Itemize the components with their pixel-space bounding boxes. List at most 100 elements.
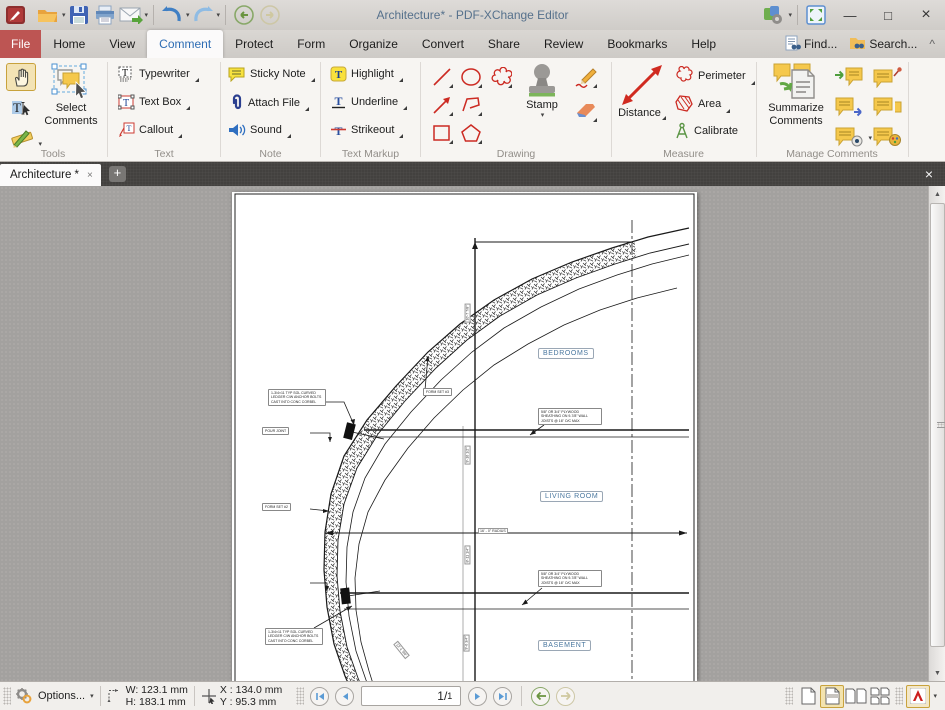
- grip-handle: [3, 687, 11, 705]
- next-page-button[interactable]: [468, 687, 487, 706]
- architecture-drawing: [232, 192, 697, 681]
- tab-close-icon[interactable]: ×: [87, 170, 93, 181]
- tab-comment[interactable]: Comment: [147, 30, 223, 58]
- strikeout-button[interactable]: T Strikeout: [330, 122, 403, 138]
- underline-button[interactable]: T Underline: [330, 94, 407, 110]
- tab-file[interactable]: File: [0, 30, 41, 58]
- previous-page-button[interactable]: [335, 687, 354, 706]
- tab-help[interactable]: Help: [679, 30, 728, 58]
- callout-button[interactable]: T Callout: [118, 122, 182, 138]
- cloud-tool[interactable]: [487, 64, 514, 90]
- tab-form[interactable]: Form: [285, 30, 337, 58]
- history-back-button[interactable]: [531, 687, 550, 706]
- svg-text:T: T: [127, 124, 132, 133]
- svg-text:T: T: [122, 68, 128, 79]
- calibrate-button[interactable]: Calibrate: [674, 122, 738, 140]
- import-comments-button[interactable]: [834, 66, 864, 90]
- circle-tool[interactable]: [457, 64, 484, 90]
- back-button[interactable]: [231, 3, 257, 27]
- redo-dropdown[interactable]: ▾: [217, 11, 221, 19]
- email-button[interactable]: [118, 3, 144, 27]
- open-in-adobe-button[interactable]: [906, 685, 930, 708]
- perimeter-button[interactable]: Perimeter: [674, 66, 755, 85]
- print-button[interactable]: [92, 3, 118, 27]
- adobe-dropdown[interactable]: ▾: [933, 692, 937, 700]
- area-button[interactable]: Area: [674, 94, 730, 113]
- tab-organize[interactable]: Organize: [337, 30, 410, 58]
- document-tab-bar: Architecture * × + ×: [0, 162, 945, 186]
- find-button[interactable]: Find...: [781, 33, 841, 56]
- scroll-down-icon[interactable]: ▼: [930, 665, 945, 681]
- attach-file-button[interactable]: Attach File: [230, 94, 309, 111]
- scrollbar-thumb[interactable]: [930, 203, 945, 647]
- email-dropdown[interactable]: ▾: [145, 11, 149, 19]
- typewriter-button[interactable]: T Typewriter: [118, 66, 199, 82]
- tab-home[interactable]: Home: [41, 30, 97, 58]
- export-comments-button[interactable]: [834, 96, 864, 120]
- pdf-page[interactable]: BEDROOMS LIVING ROOM BASEMENT 1-3/4×11 T…: [232, 192, 697, 681]
- svg-text:T: T: [123, 98, 129, 109]
- close-document-icon[interactable]: ×: [913, 166, 945, 182]
- maximize-button[interactable]: □: [873, 3, 903, 27]
- new-tab-button[interactable]: +: [109, 166, 126, 182]
- tab-convert[interactable]: Convert: [410, 30, 476, 58]
- summarize-comments-button[interactable]: Summarize Comments: [762, 62, 830, 127]
- group-label-drawing: Drawing: [421, 148, 611, 160]
- customize-dropdown[interactable]: ▾: [788, 11, 792, 19]
- redo-button[interactable]: [190, 3, 216, 27]
- two-page-view-button[interactable]: [844, 685, 868, 708]
- history-forward-button[interactable]: [556, 687, 575, 706]
- scroll-up-icon[interactable]: ▲: [930, 186, 945, 202]
- document-canvas[interactable]: BEDROOMS LIVING ROOM BASEMENT 1-3/4×11 T…: [0, 186, 945, 681]
- single-page-view-button[interactable]: [796, 685, 820, 708]
- close-button[interactable]: ×: [911, 3, 941, 27]
- undo-button[interactable]: [159, 3, 185, 27]
- group-label-text: Text: [108, 148, 220, 160]
- fullscreen-button[interactable]: [803, 3, 829, 27]
- pencil-tool[interactable]: [572, 64, 599, 90]
- hand-tool-button[interactable]: [6, 63, 36, 91]
- page-number-input[interactable]: 1/1: [361, 686, 461, 706]
- rectangle-tool[interactable]: [428, 120, 455, 146]
- open-button[interactable]: [35, 3, 61, 27]
- minimize-button[interactable]: —: [835, 3, 865, 27]
- distance-button[interactable]: Distance: [616, 63, 668, 120]
- polygon-tool[interactable]: [457, 120, 484, 146]
- select-comments-button[interactable]: Select Comments: [40, 62, 102, 127]
- eraser-tool[interactable]: [572, 98, 599, 124]
- search-button[interactable]: Search...: [845, 33, 921, 55]
- pin-comment-button[interactable]: [872, 66, 902, 90]
- text-box-button[interactable]: T Text Box: [118, 94, 190, 110]
- room-label-basement: BASEMENT: [538, 640, 591, 651]
- document-tab-architecture[interactable]: Architecture * ×: [0, 164, 101, 186]
- tab-review[interactable]: Review: [532, 30, 595, 58]
- save-button[interactable]: [66, 3, 92, 27]
- multi-page-view-button[interactable]: [868, 685, 892, 708]
- continuous-view-button[interactable]: [820, 685, 844, 708]
- annotation-ledger-note: 1-3/4×11 TYP SGL CURVED LEDGER C/W ANCHO…: [268, 389, 326, 406]
- tab-view[interactable]: View: [97, 30, 147, 58]
- line-tool[interactable]: [428, 64, 455, 90]
- sticky-note-button[interactable]: Sticky Note: [228, 66, 315, 82]
- select-text-tool-button[interactable]: T: [6, 94, 36, 122]
- options-button[interactable]: Options... ▾: [14, 687, 94, 705]
- arrow-tool[interactable]: [428, 92, 455, 118]
- group-label-manage: Manage Comments: [757, 148, 907, 160]
- customize-toolbar-icon[interactable]: [761, 3, 787, 27]
- forward-button[interactable]: [257, 3, 283, 27]
- tab-bookmarks[interactable]: Bookmarks: [595, 30, 679, 58]
- options-dropdown[interactable]: ▾: [90, 692, 94, 700]
- sound-button[interactable]: Sound: [228, 122, 291, 138]
- show-comments-button[interactable]: ▾: [834, 126, 864, 150]
- stamp-button[interactable]: Stamp ▾: [518, 63, 566, 120]
- tab-share[interactable]: Share: [476, 30, 532, 58]
- collapse-ribbon-button[interactable]: ^: [925, 35, 939, 53]
- copy-comments-button[interactable]: [872, 96, 902, 120]
- last-page-button[interactable]: [493, 687, 512, 706]
- comment-styles-button[interactable]: [872, 126, 902, 150]
- tab-protect[interactable]: Protect: [223, 30, 285, 58]
- vertical-scrollbar[interactable]: ▲ ▼: [928, 186, 945, 681]
- polyline-tool[interactable]: [457, 92, 484, 118]
- first-page-button[interactable]: [310, 687, 329, 706]
- highlight-button[interactable]: T Highlight: [330, 66, 403, 82]
